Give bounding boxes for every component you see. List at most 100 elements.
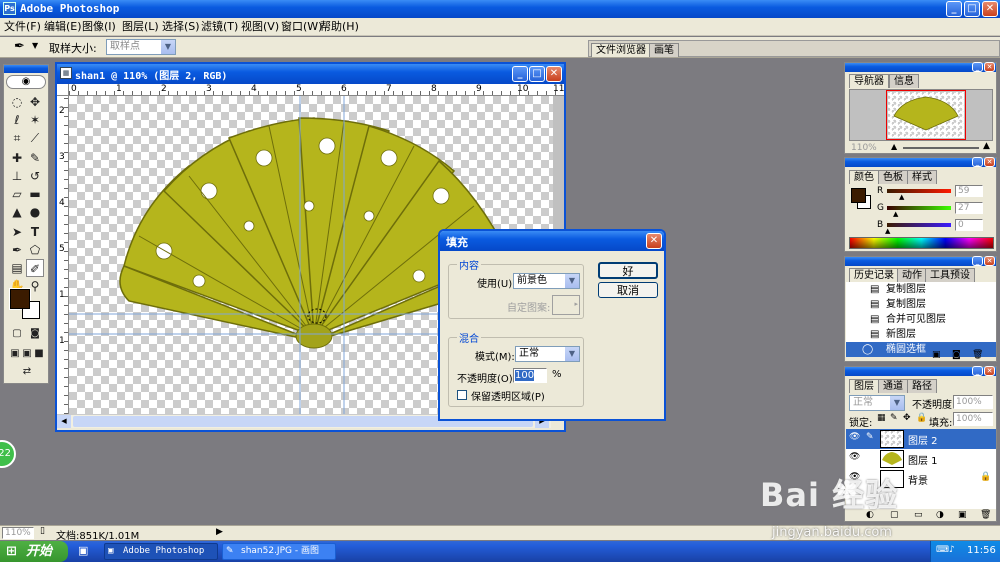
- menu-edit[interactable]: 编辑(E): [44, 18, 82, 36]
- menu-file[interactable]: 文件(F): [4, 18, 41, 36]
- taskbar-task-paint[interactable]: ✎ shan52.JPG - 画图: [222, 543, 336, 560]
- lasso-tool-icon[interactable]: ℓ: [8, 111, 26, 129]
- tab-info[interactable]: 信息: [889, 74, 919, 88]
- clone-stamp-tool-icon[interactable]: ⊥: [8, 167, 26, 185]
- document-title-bar[interactable]: ▦ shan1 @ 110% (图层 2, RGB) _ □ ✕: [57, 64, 564, 84]
- sample-size-select[interactable]: 取样点 ▼: [106, 39, 176, 55]
- doc-close-button[interactable]: ✕: [546, 66, 562, 82]
- tab-paths[interactable]: 路径: [907, 379, 937, 393]
- color-panel-fg-swatch-top[interactable]: [851, 188, 866, 203]
- custom-pattern-picker[interactable]: ▸: [552, 295, 580, 315]
- taskbar-task-photoshop[interactable]: ▣ Adobe Photoshop: [104, 543, 218, 560]
- zoom-in-icon[interactable]: ▲: [983, 141, 990, 151]
- channel-r-slider[interactable]: [887, 189, 951, 193]
- brush-tool-icon[interactable]: ✎: [26, 149, 44, 167]
- menu-filter[interactable]: 滤镜(T): [201, 18, 238, 36]
- history-item[interactable]: ▤ 新图层: [846, 327, 996, 342]
- color-title-bar[interactable]: _ ✕: [845, 157, 996, 167]
- channel-r-handle-icon[interactable]: ▲: [899, 193, 904, 201]
- eyedropper-tool-icon[interactable]: ✒: [14, 39, 25, 54]
- type-tool-icon[interactable]: T: [26, 223, 44, 241]
- move-tool-icon[interactable]: ✥: [26, 93, 44, 111]
- eraser-tool-icon[interactable]: ▱: [8, 185, 26, 203]
- healing-brush-tool-icon[interactable]: ✚: [8, 149, 26, 167]
- tab-file-browser[interactable]: 文件浏览器: [591, 43, 651, 57]
- tab-actions[interactable]: 动作: [897, 268, 927, 282]
- menu-image[interactable]: 图像(I): [82, 18, 116, 36]
- shape-tool-icon[interactable]: ⬠: [26, 241, 44, 259]
- pen-tool-icon[interactable]: ✒: [8, 241, 26, 259]
- color-spectrum-bar[interactable]: [849, 237, 994, 249]
- navigator-title-bar[interactable]: _ ✕: [845, 62, 996, 72]
- layers-minimize-button[interactable]: _: [972, 366, 983, 376]
- vertical-ruler[interactable]: 2 3 4 5 1 1: [57, 96, 69, 414]
- channel-b-slider[interactable]: [887, 223, 951, 227]
- history-close-button[interactable]: ✕: [984, 256, 995, 266]
- blur-tool-icon[interactable]: ▲: [8, 203, 26, 221]
- layer-row[interactable]: 👁 图层 1: [846, 449, 996, 469]
- history-item[interactable]: ▤ 复制图层: [846, 282, 996, 297]
- status-menu-arrow-icon[interactable]: ▶: [216, 527, 223, 537]
- navigator-close-button[interactable]: ✕: [984, 62, 995, 72]
- lock-image-icon[interactable]: ✎: [890, 413, 898, 423]
- dodge-tool-icon[interactable]: ●: [26, 203, 44, 221]
- channel-g-input[interactable]: 27: [955, 202, 983, 214]
- history-minimize-button[interactable]: _: [972, 256, 983, 266]
- channel-b-handle-icon[interactable]: ▲: [885, 227, 890, 235]
- navigator-minimize-button[interactable]: _: [972, 62, 983, 72]
- standard-mode-icon[interactable]: ▢: [8, 325, 26, 343]
- preserve-transparency-label[interactable]: 保留透明区域(P): [471, 388, 545, 403]
- scroll-left-arrow-icon[interactable]: ◀: [57, 415, 71, 428]
- tab-navigator[interactable]: 导航器: [849, 74, 889, 88]
- channel-b-input[interactable]: 0: [955, 219, 983, 231]
- tab-history[interactable]: 历史记录: [849, 268, 899, 282]
- toolbox-title-bar[interactable]: [4, 65, 48, 73]
- layer-row-selected[interactable]: 👁 ✎ 图层 2: [846, 429, 996, 449]
- fill-dialog-title-bar[interactable]: 填充 ✕: [440, 231, 664, 251]
- navigator-view-box[interactable]: [886, 90, 966, 140]
- minimize-button[interactable]: _: [946, 1, 962, 17]
- history-title-bar[interactable]: _ ✕: [845, 256, 996, 266]
- menu-view[interactable]: 视图(V): [241, 18, 279, 36]
- doc-maximize-button[interactable]: □: [529, 66, 545, 82]
- channel-g-handle-icon[interactable]: ▲: [893, 210, 898, 218]
- layer-fill-input[interactable]: 100%: [953, 412, 993, 426]
- preserve-transparency-checkbox[interactable]: [457, 390, 467, 400]
- tab-styles[interactable]: 样式: [907, 170, 937, 184]
- menu-layer[interactable]: 图层(L): [122, 18, 159, 36]
- new-snapshot-icon[interactable]: ◙: [952, 350, 961, 360]
- tab-channels[interactable]: 通道: [878, 379, 908, 393]
- ok-button[interactable]: 好: [598, 262, 658, 279]
- doc-minimize-button[interactable]: _: [512, 66, 528, 82]
- navigator-zoom-slider[interactable]: [903, 147, 979, 149]
- marquee-tool-icon[interactable]: ◌: [8, 93, 26, 111]
- cancel-button[interactable]: 取消: [598, 282, 658, 298]
- trash-icon[interactable]: 🗑: [972, 350, 983, 360]
- history-item[interactable]: ▤ 复制图层: [846, 297, 996, 312]
- layer-opacity-input[interactable]: 100%: [953, 395, 993, 409]
- layers-title-bar[interactable]: _ ✕: [845, 366, 996, 376]
- tab-color[interactable]: 颜色: [849, 170, 879, 184]
- tool-preset-dropdown-icon[interactable]: ▼: [32, 41, 38, 50]
- eyedropper-tool-active-icon[interactable]: ✐: [26, 259, 44, 277]
- tab-layers[interactable]: 图层: [849, 379, 879, 393]
- gradient-tool-icon[interactable]: ▬: [26, 185, 44, 203]
- maximize-button[interactable]: □: [964, 1, 980, 17]
- screen-mode-full-icon[interactable]: ■: [30, 345, 48, 363]
- tab-brushes[interactable]: 画笔: [649, 43, 679, 57]
- app-title-bar[interactable]: Ps Adobe Photoshop _ □ ✕: [0, 0, 1000, 18]
- layer-blend-mode-select[interactable]: 正常 ▼: [849, 395, 905, 411]
- path-selection-tool-icon[interactable]: ➤: [8, 223, 26, 241]
- mode-select[interactable]: 正常 ▼: [515, 346, 580, 362]
- status-zoom-input[interactable]: 110%: [2, 527, 34, 539]
- document-info-icon[interactable]: ▯: [40, 526, 45, 536]
- horizontal-ruler[interactable]: 0 1 2 3 4 5 6 7 8 9 10 11: [69, 84, 564, 96]
- use-select[interactable]: 前景色 ▼: [513, 273, 580, 289]
- tab-tool-presets[interactable]: 工具预设: [925, 268, 975, 282]
- eye-icon[interactable]: 👁: [849, 452, 860, 462]
- layers-close-button[interactable]: ✕: [984, 366, 995, 376]
- start-button[interactable]: ⊞ 开始: [0, 541, 68, 562]
- navigator-zoom[interactable]: 110%: [851, 143, 877, 153]
- new-document-from-state-icon[interactable]: ▣: [932, 350, 941, 360]
- tab-swatches[interactable]: 色板: [878, 170, 908, 184]
